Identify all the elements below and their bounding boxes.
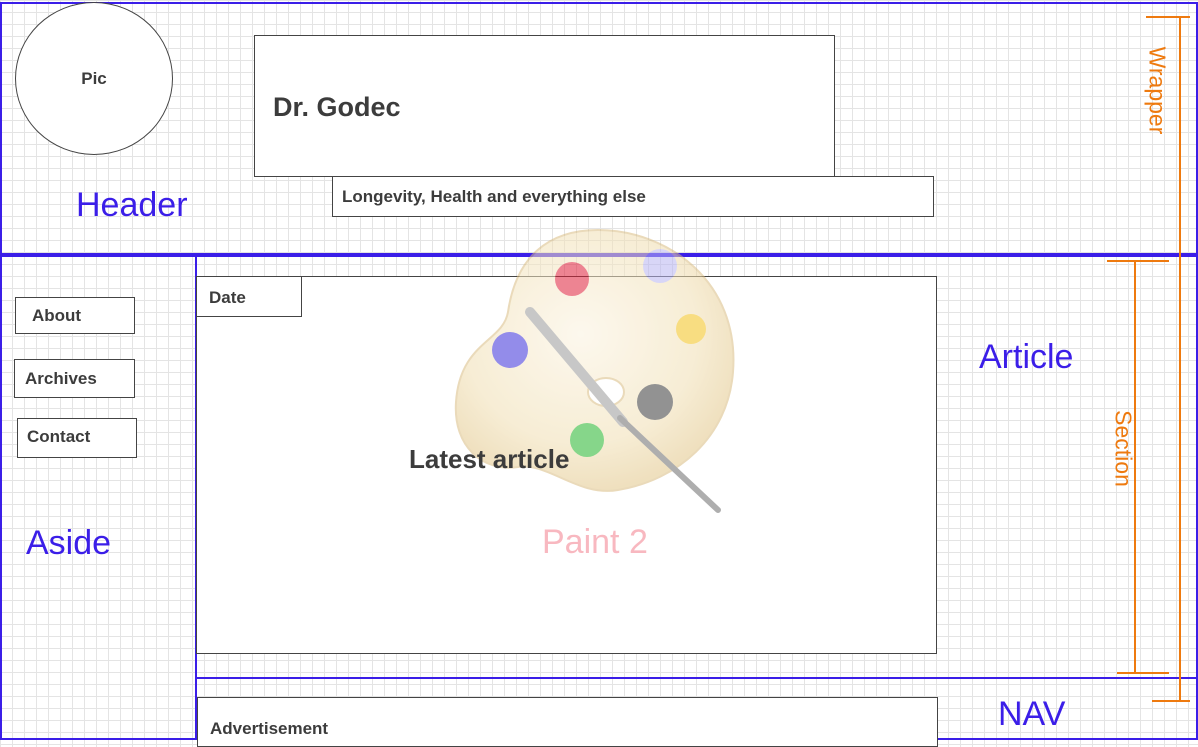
menu-item-label: Archives <box>25 368 97 388</box>
profile-pic: Pic <box>15 2 173 155</box>
menu-item-contact[interactable]: Contact <box>17 418 137 458</box>
menu-item-label: About <box>32 305 82 325</box>
menu-item-label: Contact <box>27 427 91 446</box>
section-bracket-top <box>1107 260 1169 262</box>
wrapper-bracket-line <box>1179 16 1181 702</box>
section-bracket-bottom <box>1117 672 1169 674</box>
wrapper-bracket-bottom <box>1152 700 1190 702</box>
article-heading: Latest article <box>409 444 570 474</box>
wrapper-bracket-top <box>1146 16 1190 18</box>
header-label: Header <box>76 186 188 224</box>
advertisement-label: Advertisement <box>210 719 329 738</box>
nav-label: NAV <box>998 695 1066 733</box>
site-subtitle: Longevity, Health and everything else <box>342 186 646 206</box>
title-box: Dr. Godec <box>254 35 835 177</box>
article-label: Article <box>979 338 1074 376</box>
date-box: Date <box>196 276 302 317</box>
watermark-text: Paint 2 <box>542 523 648 561</box>
wrapper-annotation: Wrapper <box>1144 46 1171 135</box>
profile-pic-label: Pic <box>81 68 107 88</box>
site-title: Dr. Godec <box>273 92 401 122</box>
menu-item-about[interactable]: About <box>15 297 135 334</box>
paint-palette-icon <box>454 228 735 513</box>
aside-label: Aside <box>26 524 112 562</box>
subtitle-box: Longevity, Health and everything else <box>332 176 934 217</box>
section-annotation: Section <box>1110 410 1137 487</box>
menu-item-archives[interactable]: Archives <box>14 359 135 398</box>
date-label: Date <box>209 288 246 307</box>
